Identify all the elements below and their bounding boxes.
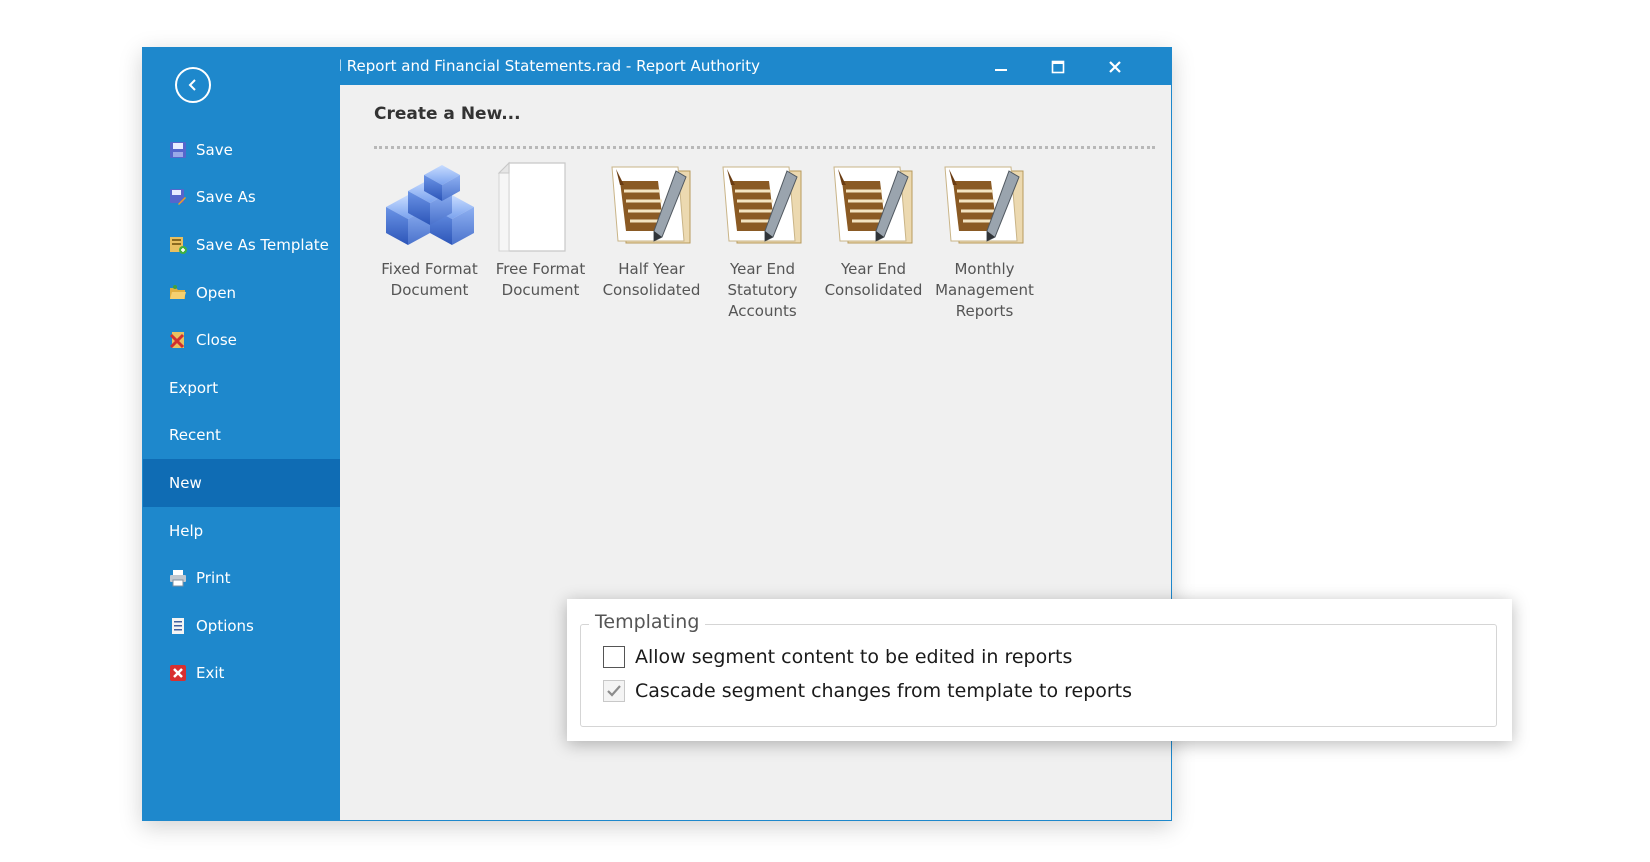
- divider: [374, 146, 1155, 149]
- menu-item-save-as-template[interactable]: Save As Template: [143, 221, 340, 269]
- option-label: Allow segment content to be edited in re…: [635, 646, 1073, 668]
- save-as-icon: [170, 189, 186, 206]
- tile-label: Free Format Document: [495, 260, 586, 299]
- tile-fixed-format-document[interactable]: Fixed Format Document: [374, 161, 485, 322]
- tile-year-end-statutory-accounts[interactable]: Year End Statutory Accounts: [707, 161, 818, 322]
- group-legend: Templating: [589, 611, 706, 633]
- menu-item-label: Exit: [196, 664, 225, 683]
- menu-item-label: Recent: [169, 426, 221, 445]
- tile-free-format-document[interactable]: Free Format Document: [485, 161, 596, 322]
- tile-half-year-consolidated[interactable]: Half Year Consolidated: [596, 161, 707, 322]
- allow-segment-edit-checkbox[interactable]: [603, 646, 625, 668]
- report-template-icon: [721, 166, 801, 244]
- page-title: Create a New...: [374, 104, 521, 124]
- minimize-button[interactable]: [978, 48, 1024, 85]
- templating-group: Templating Allow segment content to be e…: [580, 611, 1497, 727]
- backstage-menu: Save Save As Save As Template Open Close…: [143, 126, 340, 697]
- tile-monthly-management-reports[interactable]: Monthly Management Reports: [929, 161, 1040, 322]
- tile-label: Year End Statutory Accounts: [727, 260, 798, 320]
- printer-icon: [170, 570, 186, 587]
- close-window-button[interactable]: [1092, 48, 1138, 85]
- menu-item-print[interactable]: Print: [143, 554, 340, 602]
- menu-item-save[interactable]: Save: [143, 126, 340, 174]
- option-cascade-segment-changes[interactable]: Cascade segment changes from template to…: [603, 680, 1132, 702]
- tile-label: Monthly Management Reports: [935, 260, 1034, 320]
- back-arrow-icon: [188, 79, 196, 91]
- menu-item-label: Help: [169, 521, 204, 540]
- blank-page-icon: [497, 161, 566, 252]
- tile-label: Year End Consolidated: [824, 260, 923, 299]
- checkmark-icon: [607, 685, 621, 697]
- report-template-icon: [610, 166, 690, 244]
- menu-item-label: Save As: [196, 188, 256, 207]
- templating-panel: Templating Allow segment content to be e…: [567, 599, 1512, 741]
- report-template-icon: [832, 166, 912, 244]
- menu-item-exit[interactable]: Exit: [143, 650, 340, 698]
- window-title: ual Report and Financial Statements.rad …: [340, 57, 760, 75]
- menu-item-options[interactable]: Options: [143, 602, 340, 650]
- menu-item-new[interactable]: New: [143, 459, 340, 507]
- option-allow-segment-edit[interactable]: Allow segment content to be edited in re…: [603, 646, 1072, 668]
- menu-item-label: Export: [169, 378, 219, 397]
- blue-cubes-icon: [385, 165, 474, 245]
- menu-item-label: Save As Template: [196, 235, 329, 254]
- open-folder-icon: [170, 284, 186, 299]
- menu-item-save-as[interactable]: Save As: [143, 174, 340, 222]
- menu-item-close[interactable]: Close: [143, 316, 340, 364]
- exit-icon: [170, 665, 186, 682]
- menu-item-label: Open: [196, 283, 237, 302]
- menu-item-label: Options: [196, 616, 254, 635]
- menu-item-export[interactable]: Export: [143, 364, 340, 412]
- minimize-icon: [995, 68, 1007, 71]
- tile-label: Fixed Format Document: [381, 260, 478, 299]
- back-button[interactable]: [175, 67, 211, 103]
- title-bar: ual Report and Financial Statements.rad …: [340, 48, 1171, 85]
- maximize-icon: [1051, 60, 1065, 73]
- menu-item-label: Print: [196, 569, 231, 588]
- option-label: Cascade segment changes from template to…: [635, 680, 1133, 702]
- menu-item-help[interactable]: Help: [143, 507, 340, 555]
- template-gallery: Fixed Format Document Free Format Docume…: [374, 161, 1040, 322]
- maximize-button[interactable]: [1035, 48, 1081, 85]
- save-icon: [170, 141, 186, 158]
- close-icon: [1109, 60, 1121, 73]
- close-document-icon: [169, 332, 185, 349]
- report-template-icon: [943, 166, 1023, 244]
- menu-item-recent[interactable]: Recent: [143, 412, 340, 460]
- tile-year-end-consolidated[interactable]: Year End Consolidated: [818, 161, 929, 322]
- menu-item-label: Save: [196, 140, 233, 159]
- backstage-sidebar: Save Save As Save As Template Open Close…: [143, 48, 340, 820]
- cascade-segment-changes-checkbox[interactable]: [603, 680, 625, 702]
- save-as-template-icon: [170, 236, 187, 254]
- menu-item-open[interactable]: Open: [143, 269, 340, 317]
- tile-label: Half Year Consolidated: [602, 260, 701, 299]
- menu-item-label: Close: [196, 331, 237, 350]
- options-icon: [172, 617, 184, 634]
- menu-item-label: New: [169, 473, 202, 492]
